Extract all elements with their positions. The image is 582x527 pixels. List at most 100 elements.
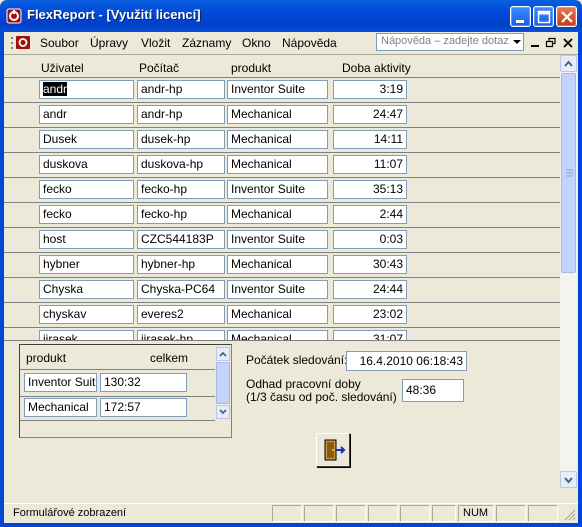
user-field[interactable]: andr [39, 80, 134, 99]
restore-icon [545, 37, 556, 48]
form-icon[interactable] [11, 35, 33, 51]
estimate-label-line2: (1/3 času od poč. sledování) [246, 390, 397, 404]
row-divider [4, 127, 560, 128]
duration-field[interactable]: 30:43 [333, 255, 407, 274]
exit-button[interactable] [316, 433, 350, 467]
duration-field[interactable]: 23:02 [333, 305, 407, 324]
help-search-input[interactable]: Nápověda – zadejte dotaz [376, 33, 524, 51]
computer-field[interactable]: duskova-hp [137, 155, 225, 174]
summary-divider [20, 420, 215, 421]
menu-soubor[interactable]: Soubor [40, 36, 79, 50]
computer-field[interactable]: dusek-hp [137, 130, 225, 149]
help-dropdown-button[interactable] [511, 34, 523, 50]
status-panel [528, 505, 558, 522]
duration-field[interactable]: 0:03 [333, 230, 407, 249]
product-field[interactable]: Inventor Suite [227, 80, 328, 99]
computer-field[interactable]: CZC544183P [137, 230, 225, 249]
status-panel [368, 505, 398, 522]
resize-grip[interactable] [562, 507, 576, 521]
user-field[interactable]: chyskav [39, 305, 134, 324]
estimate-field[interactable]: 48:36 [402, 379, 464, 402]
scroll-thumb[interactable] [561, 73, 576, 273]
row-divider [4, 77, 560, 78]
product-field[interactable]: Inventor Suite [227, 180, 328, 199]
user-field[interactable]: fecko [39, 205, 134, 224]
summary-product-cell[interactable]: Inventor Suite [24, 373, 97, 392]
user-field[interactable]: Chyska [39, 280, 134, 299]
duration-field[interactable]: 35:13 [333, 180, 407, 199]
minimize-icon [531, 45, 539, 47]
product-field[interactable]: Inventor Suite [227, 230, 328, 249]
scroll-up-button[interactable] [560, 55, 577, 72]
user-field[interactable]: host [39, 230, 134, 249]
row-divider [4, 177, 560, 178]
computer-field[interactable]: hybner-hp [137, 255, 225, 274]
menu-upravy[interactable]: Úpravy [90, 36, 128, 50]
estimate-label-line1: Odhad pracovní doby [246, 377, 361, 391]
summary-header-total: celkem [150, 351, 189, 365]
summary-product-cell[interactable]: Mechanical [24, 398, 97, 417]
status-text: Formulářové zobrazení [13, 507, 127, 519]
computer-field[interactable]: fecko-hp [137, 205, 225, 224]
user-field[interactable]: fecko [39, 180, 134, 199]
duration-field[interactable]: 2:44 [333, 205, 407, 224]
computer-field[interactable]: everes2 [137, 305, 225, 324]
mdi-restore-button[interactable] [545, 36, 557, 50]
status-panel [336, 505, 366, 522]
product-field[interactable]: Inventor Suite [227, 280, 328, 299]
duration-field[interactable]: 24:47 [333, 105, 407, 124]
summary-scroll-up-button[interactable] [216, 347, 230, 361]
mdi-minimize-button[interactable] [529, 36, 541, 50]
product-field[interactable]: Mechanical [227, 255, 328, 274]
row-divider [4, 102, 560, 103]
summary-scroll-thumb[interactable] [216, 362, 230, 404]
product-field[interactable]: Mechanical [227, 130, 328, 149]
close-icon [563, 38, 573, 48]
duration-field[interactable]: 3:19 [333, 80, 407, 99]
menu-napoveda[interactable]: Nápověda [282, 36, 337, 50]
summary-scrollbar[interactable] [216, 347, 230, 419]
close-icon [561, 11, 573, 23]
status-panel [304, 505, 334, 522]
menu-vlozit[interactable]: Vložit [141, 36, 170, 50]
duration-field[interactable]: 14:11 [333, 130, 407, 149]
product-field[interactable]: Mechanical [227, 305, 328, 324]
status-num-indicator: NUM [458, 505, 494, 522]
minimize-icon [516, 20, 524, 23]
computer-field[interactable]: andr-hp [137, 105, 225, 124]
computer-field[interactable]: andr-hp [137, 80, 225, 99]
product-field[interactable]: Mechanical [227, 105, 328, 124]
duration-field[interactable]: 24:44 [333, 280, 407, 299]
vertical-scrollbar[interactable] [560, 55, 577, 488]
scroll-down-button[interactable] [560, 471, 577, 488]
product-field[interactable]: Mechanical [227, 155, 328, 174]
mdi-close-button[interactable] [562, 36, 574, 50]
row-divider [4, 277, 560, 278]
tracking-start-field[interactable]: 16.4.2010 06:18:43 [346, 351, 467, 371]
selected-text: andr [43, 82, 68, 96]
user-field[interactable]: hybner [39, 255, 134, 274]
duration-field[interactable]: 11:07 [333, 155, 407, 174]
computer-field[interactable]: Chyska-PC64 [137, 280, 225, 299]
close-button[interactable] [556, 6, 577, 27]
computer-field[interactable]: fecko-hp [137, 180, 225, 199]
column-header-duration: Doba aktivity [342, 61, 411, 75]
maximize-button[interactable] [533, 6, 554, 27]
menu-okno[interactable]: Okno [242, 36, 271, 50]
user-field[interactable]: duskova [39, 155, 134, 174]
summary-total-cell[interactable]: 130:32 [100, 373, 187, 392]
row-divider [4, 302, 560, 303]
row-divider [4, 252, 560, 253]
status-panel [432, 505, 456, 522]
product-field[interactable]: Mechanical [227, 205, 328, 224]
menu-zaznamy[interactable]: Záznamy [182, 36, 231, 50]
user-field[interactable]: Dusek [39, 130, 134, 149]
user-field[interactable]: andr [39, 105, 134, 124]
grip-icon [566, 169, 573, 177]
summary-scroll-down-button[interactable] [216, 405, 230, 419]
minimize-button[interactable] [510, 6, 531, 27]
summary-total-cell[interactable]: 172:57 [100, 398, 187, 417]
app-icon[interactable] [6, 8, 22, 24]
row-divider [4, 327, 560, 328]
maximize-icon [537, 10, 551, 24]
